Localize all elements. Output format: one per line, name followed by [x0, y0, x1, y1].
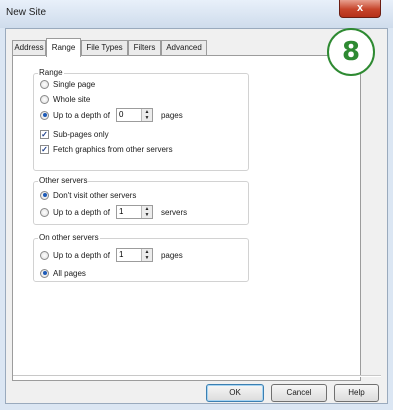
depth-value[interactable]: 0 — [117, 109, 141, 121]
single-page-label: Single page — [53, 79, 96, 89]
step-number-badge: 8 — [327, 28, 375, 76]
spin-down-icon[interactable]: ▼ — [142, 255, 152, 261]
button-divider — [13, 375, 381, 377]
dont-visit-option[interactable]: Don't visit other servers — [40, 189, 136, 201]
single-page-radio[interactable] — [40, 79, 49, 89]
spin-down-icon[interactable]: ▼ — [142, 212, 152, 218]
depth-label: Up to a depth of — [53, 110, 110, 120]
servers-depth-unit: servers — [160, 207, 188, 217]
tab-advanced[interactable]: Advanced — [161, 40, 207, 56]
title-bar[interactable]: New Site x — [0, 0, 393, 28]
depth-unit: pages — [160, 110, 183, 120]
servers-depth-option[interactable]: Up to a depth of 1 ▲ ▼ servers — [40, 204, 187, 220]
on-other-servers-title: On other servers — [38, 233, 100, 243]
dont-visit-label: Don't visit other servers — [53, 190, 137, 200]
on-other-depth-stepper[interactable]: 1 ▲ ▼ — [115, 248, 153, 262]
all-pages-radio[interactable] — [40, 268, 49, 278]
sub-pages-checkbox[interactable]: ✓ — [40, 129, 49, 139]
servers-depth-label: Up to a depth of — [53, 207, 110, 217]
range-tab-panel: Range Single page Whole site Up to a dep… — [12, 55, 361, 381]
fetch-graphics-checkbox[interactable]: ✓ — [40, 144, 49, 154]
window-title: New Site — [6, 7, 47, 18]
sub-pages-option[interactable]: ✓ Sub-pages only — [40, 128, 109, 140]
tab-filters[interactable]: Filters — [128, 40, 161, 56]
all-pages-label: All pages — [53, 268, 86, 278]
dialog-client-area: Address Range File Types Filters Advance… — [5, 28, 388, 404]
single-page-option[interactable]: Single page — [40, 78, 95, 90]
range-group: Range Single page Whole site Up to a dep… — [33, 68, 249, 171]
ok-button[interactable]: OK — [206, 384, 264, 402]
whole-site-radio[interactable] — [40, 94, 49, 104]
on-other-depth-unit: pages — [160, 250, 183, 260]
close-icon: x — [356, 2, 364, 14]
servers-spin-buttons[interactable]: ▲ ▼ — [140, 206, 152, 218]
cancel-button[interactable]: Cancel — [271, 384, 327, 402]
help-button[interactable]: Help — [334, 384, 379, 402]
close-button[interactable]: x — [339, 0, 381, 18]
range-group-title: Range — [38, 68, 64, 78]
spin-down-icon[interactable]: ▼ — [142, 115, 152, 121]
new-site-dialog: New Site x Address Range File Types Filt… — [0, 0, 393, 410]
depth-option[interactable]: Up to a depth of 0 ▲ ▼ pages — [40, 107, 183, 123]
on-other-depth-value[interactable]: 1 — [117, 249, 141, 261]
servers-depth-stepper[interactable]: 1 ▲ ▼ — [115, 205, 153, 219]
whole-site-label: Whole site — [53, 94, 91, 104]
whole-site-option[interactable]: Whole site — [40, 93, 90, 105]
on-other-servers-group: On other servers Up to a depth of 1 ▲ ▼ … — [33, 233, 249, 282]
tab-range[interactable]: Range — [46, 38, 81, 57]
other-servers-title: Other servers — [38, 176, 89, 186]
other-servers-group: Other servers Don't visit other servers … — [33, 176, 249, 225]
on-other-depth-radio[interactable] — [40, 250, 49, 260]
servers-depth-radio[interactable] — [40, 207, 49, 217]
depth-radio[interactable] — [40, 110, 49, 120]
fetch-graphics-option[interactable]: ✓ Fetch graphics from other servers — [40, 143, 173, 155]
dont-visit-radio[interactable] — [40, 190, 49, 200]
on-other-depth-option[interactable]: Up to a depth of 1 ▲ ▼ pages — [40, 247, 183, 263]
tab-address[interactable]: Address — [12, 40, 46, 56]
on-other-depth-label: Up to a depth of — [53, 250, 110, 260]
servers-depth-value[interactable]: 1 — [117, 206, 141, 218]
on-other-spin-buttons[interactable]: ▲ ▼ — [140, 249, 152, 261]
depth-stepper[interactable]: 0 ▲ ▼ — [115, 108, 153, 122]
tab-file-types[interactable]: File Types — [81, 40, 128, 56]
fetch-graphics-label: Fetch graphics from other servers — [53, 144, 173, 154]
all-pages-option[interactable]: All pages — [40, 267, 86, 279]
sub-pages-label: Sub-pages only — [53, 129, 109, 139]
depth-spin-buttons[interactable]: ▲ ▼ — [140, 109, 152, 121]
